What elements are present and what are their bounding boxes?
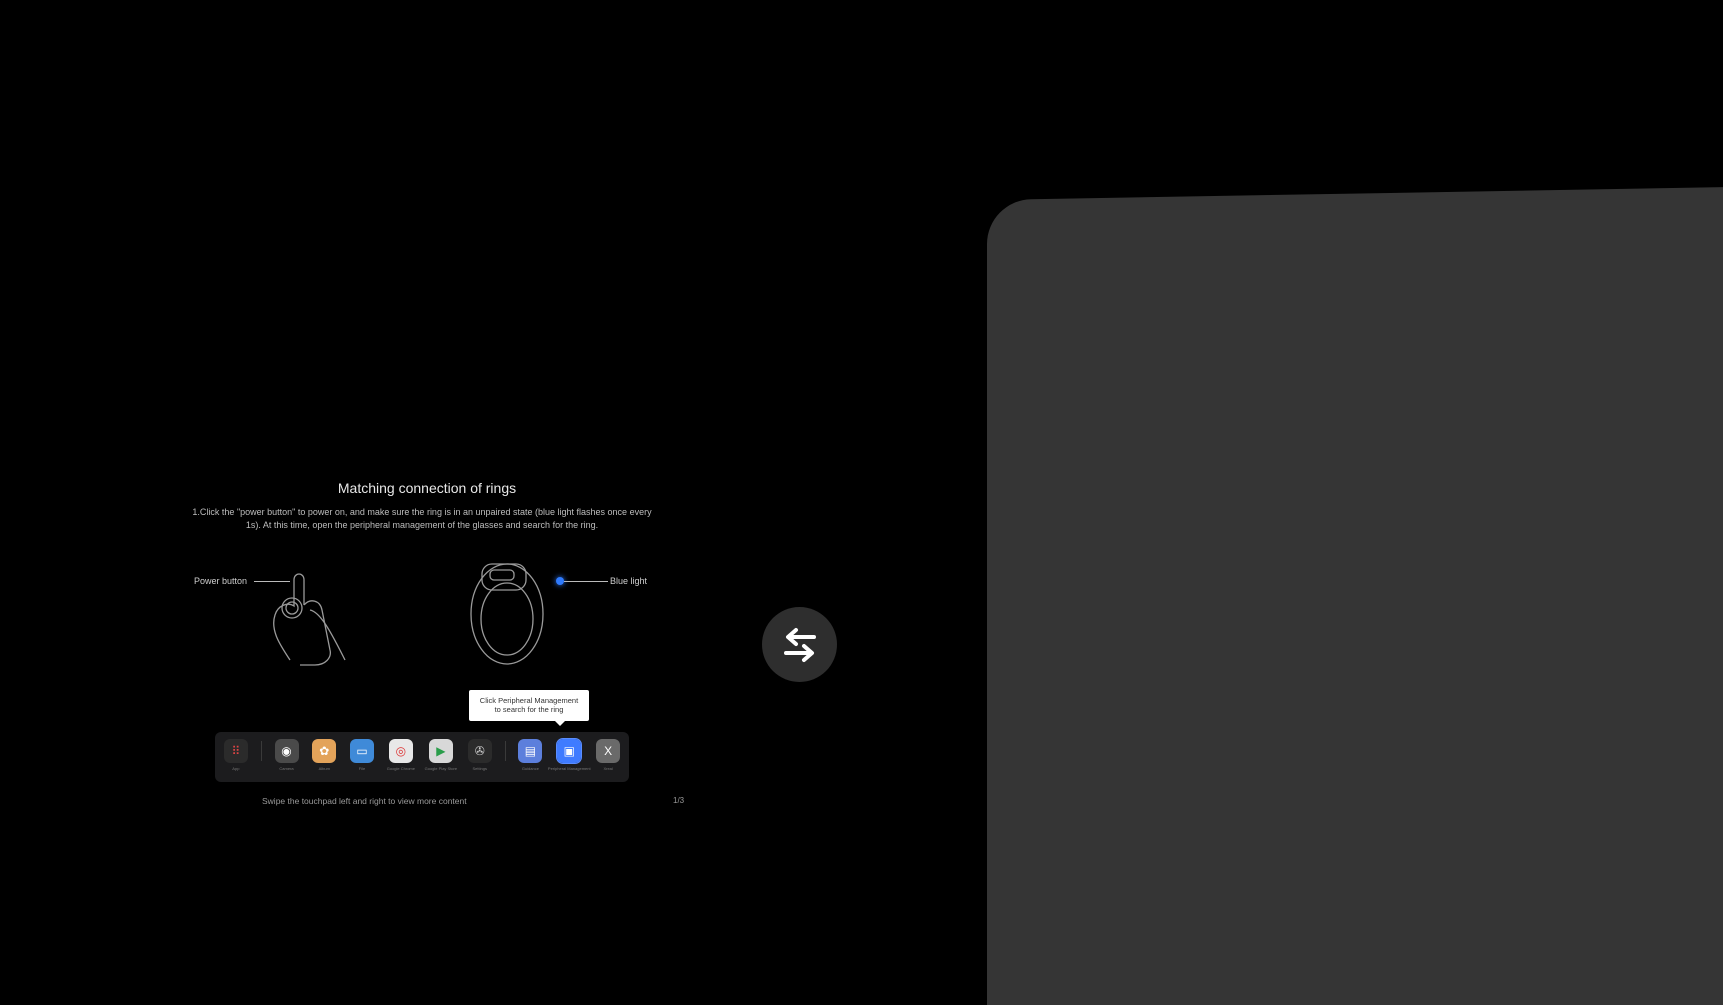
dock-label: Settings <box>472 766 487 771</box>
dock-label: Guidance <box>521 766 539 771</box>
dock-item-app[interactable]: ⠿ App <box>223 739 249 771</box>
instruction-line-1: 1.Click the "power button" to power on, … <box>192 507 652 517</box>
switch-button[interactable] <box>762 607 837 682</box>
tutorial-card: Matching connection of rings 1.Click the… <box>172 470 692 820</box>
grid-icon: ⠿ <box>223 739 248 763</box>
dock-item-file[interactable]: ▭ File <box>349 739 375 771</box>
instruction-line-2: 1s). At this time, open the peripheral m… <box>245 520 599 530</box>
app-dock: ⠿ App ◉ Camera ✿ Album ▭ File ◎ Google C… <box>215 732 629 782</box>
power-button-callout-line <box>254 581 290 582</box>
dock-label: File <box>358 766 366 771</box>
side-panel <box>987 186 1723 1005</box>
settings-icon: ✇ <box>467 739 492 763</box>
dock-item-chrome[interactable]: ◎ Google Chrome <box>387 739 415 771</box>
dock-label: Google Chrome <box>386 766 415 771</box>
blue-light-callout-line <box>564 581 608 582</box>
swipe-hint: Swipe the touchpad left and right to vie… <box>262 796 467 806</box>
tooltip-line-1: Click Peripheral Management <box>479 696 579 705</box>
ring-illustration <box>470 563 544 665</box>
xreal-icon: X <box>596 739 621 763</box>
blue-light-indicator <box>556 577 564 585</box>
swap-arrows-icon <box>783 627 816 662</box>
chrome-icon: ◎ <box>388 739 413 763</box>
dock-item-xreal[interactable]: X Xreal <box>595 739 621 771</box>
hand-with-ring-illustration <box>273 573 346 666</box>
dock-label: Google Play Store <box>424 766 458 771</box>
dock-label: App <box>232 766 240 771</box>
page-indicator: 1/3 <box>673 796 685 805</box>
dock-item-guidance[interactable]: ▤ Guidance <box>518 739 544 771</box>
dock-label: Xreal <box>603 766 613 771</box>
camera-icon: ◉ <box>274 739 299 763</box>
folder-icon: ▭ <box>349 739 374 763</box>
dock-label: Camera <box>279 766 294 771</box>
dock-separator <box>260 741 262 761</box>
photos-icon: ✿ <box>312 739 337 763</box>
dock-separator <box>504 741 506 761</box>
dock-item-album[interactable]: ✿ Album <box>311 739 337 771</box>
tutorial-title: Matching connection of rings <box>337 480 517 496</box>
tutorial-instruction: 1.Click the "power button" to power on, … <box>172 506 672 532</box>
dock-label: Album <box>318 766 330 771</box>
dock-item-settings[interactable]: ✇ Settings <box>467 739 493 771</box>
glasses-view: Matching connection of rings 1.Click the… <box>0 0 1723 1005</box>
blue-light-label: Blue light <box>610 576 648 586</box>
dock-label: Peripheral Management <box>547 766 591 771</box>
guidance-icon: ▤ <box>518 739 543 763</box>
peripheral-management-icon: ▣ <box>556 738 583 764</box>
dock-item-play-store[interactable]: ▶ Google Play Store <box>424 739 458 771</box>
tooltip-line-2: to search for the ring <box>494 705 564 714</box>
peripheral-management-tooltip: Click Peripheral Management to search fo… <box>469 690 589 726</box>
play-store-icon: ▶ <box>428 739 453 763</box>
dock-item-camera[interactable]: ◉ Camera <box>274 739 300 771</box>
dock-item-peripheral-management[interactable]: ▣ Peripheral Management <box>548 738 591 771</box>
power-button-label: Power button <box>194 576 248 586</box>
